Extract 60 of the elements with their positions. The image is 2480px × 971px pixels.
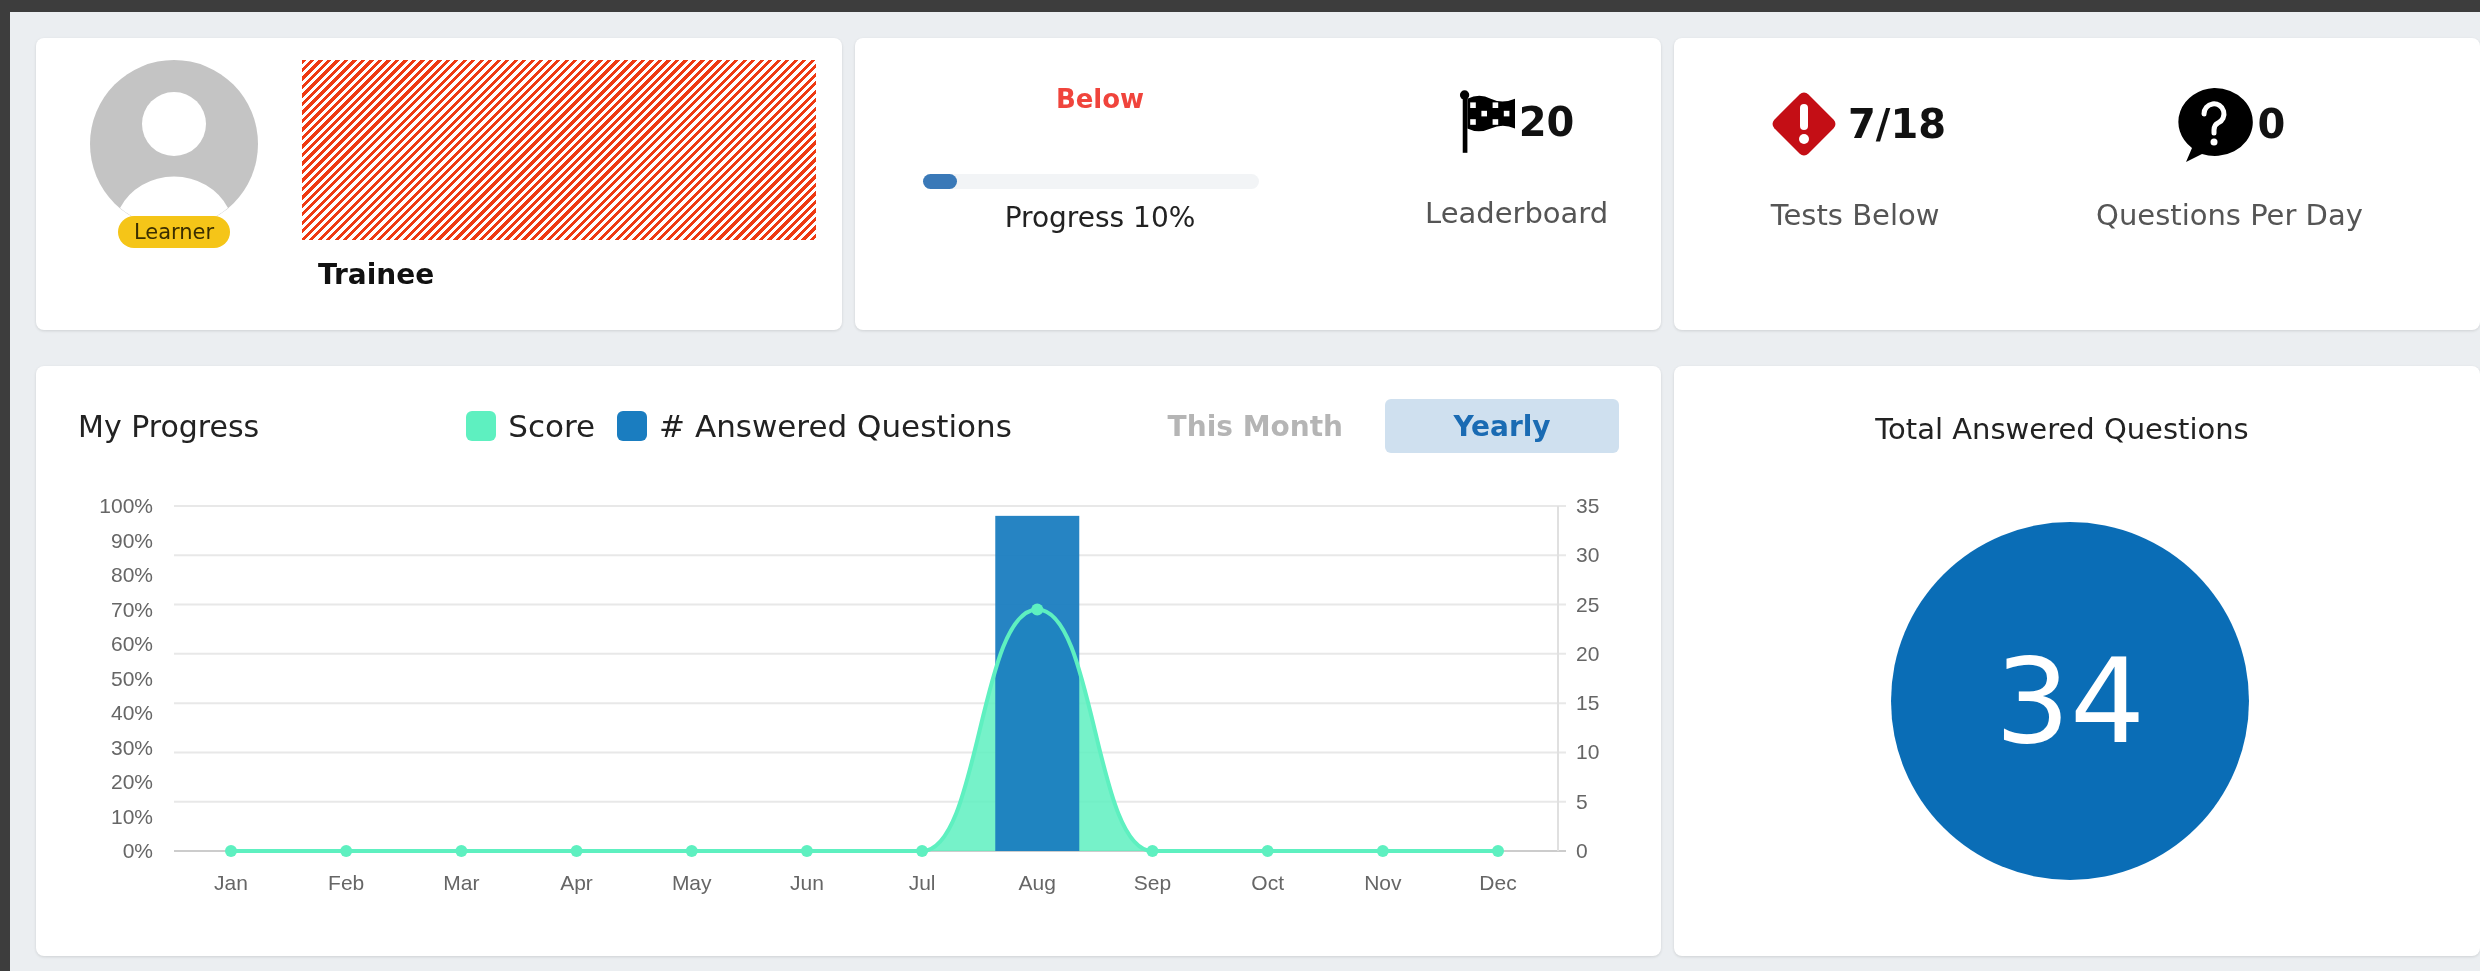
axis-tick-label: Aug xyxy=(1018,871,1056,894)
axis-tick-label: 100% xyxy=(99,494,153,517)
data-point xyxy=(225,845,237,857)
role-label: Trainee xyxy=(317,258,436,291)
axis-tick-label: 50% xyxy=(110,666,153,690)
data-point xyxy=(1492,845,1504,857)
axis-tick-label: Nov xyxy=(1364,871,1402,894)
data-point xyxy=(1031,603,1044,616)
axis-tick-label: Sep xyxy=(1133,871,1172,894)
axis-tick-label: Feb xyxy=(328,871,365,894)
stat-value: 0 xyxy=(2257,101,2286,147)
data-point xyxy=(340,845,353,857)
data-point xyxy=(455,845,468,857)
stat-label: Leaderboard xyxy=(1425,196,1609,230)
data-point xyxy=(1376,845,1389,857)
stat-value: 7/18 xyxy=(1848,101,1947,147)
axis-tick-label: Jan xyxy=(214,871,248,894)
stat-label: Questions Per Day xyxy=(2096,198,2363,232)
axis-tick-label: Oct xyxy=(1251,871,1284,894)
axis-tick-label: 20 xyxy=(1576,641,1600,665)
legend-label: Score xyxy=(508,408,596,444)
axis-tick-label: Mar xyxy=(443,871,480,894)
axis-tick-label: 15 xyxy=(1576,691,1600,715)
stat-label: Tests Below xyxy=(1770,198,1940,232)
chart-title: My Progress xyxy=(78,408,261,444)
card-title: Total Answered Questions xyxy=(1875,412,2249,446)
axis-tick-label: May xyxy=(671,871,712,894)
data-point xyxy=(916,845,929,857)
axis-tick-label: 80% xyxy=(110,563,153,586)
axis-tick-label: Apr xyxy=(560,871,593,894)
axis-tick-label: Jul xyxy=(908,871,936,894)
axis-tick-label: 20% xyxy=(110,770,153,793)
legend-label: # Answered Questions xyxy=(659,408,1012,444)
checkered-flag-icon xyxy=(1458,89,1515,155)
axis-tick-label: 25 xyxy=(1576,592,1600,616)
axis-tick-label: Dec xyxy=(1479,871,1517,894)
axis-tick-label: 60% xyxy=(110,632,153,655)
axis-tick-label: 90% xyxy=(110,528,153,552)
stat-value: 20 xyxy=(1518,99,1575,145)
data-point xyxy=(1261,845,1274,857)
data-point xyxy=(685,845,698,857)
axis-tick-label: 70% xyxy=(110,597,153,621)
axis-tick-label: 5 xyxy=(1576,789,1588,813)
axis-tick-label: 40% xyxy=(110,701,153,724)
range-tab[interactable]: Yearly xyxy=(1385,399,1619,453)
axis-tick-label: 10% xyxy=(110,804,153,828)
role-badge: Learner xyxy=(117,216,231,248)
axis-tick-label: 10 xyxy=(1576,740,1600,764)
progress-label: Progress 10% xyxy=(1004,201,1196,234)
status-label: Below xyxy=(1055,84,1145,116)
data-point xyxy=(570,845,583,857)
axis-tick-label: 0% xyxy=(122,839,153,862)
axis-tick-label: 30% xyxy=(110,735,153,759)
axis-tick-label: 35 xyxy=(1576,494,1600,517)
axis-tick-label: Jun xyxy=(790,871,824,894)
data-point xyxy=(1146,845,1159,857)
axis-tick-label: 30 xyxy=(1576,543,1600,567)
axis-tick-label: 0 xyxy=(1576,839,1588,862)
total-count-circle: 34 xyxy=(1891,522,2249,880)
data-point xyxy=(800,845,813,857)
